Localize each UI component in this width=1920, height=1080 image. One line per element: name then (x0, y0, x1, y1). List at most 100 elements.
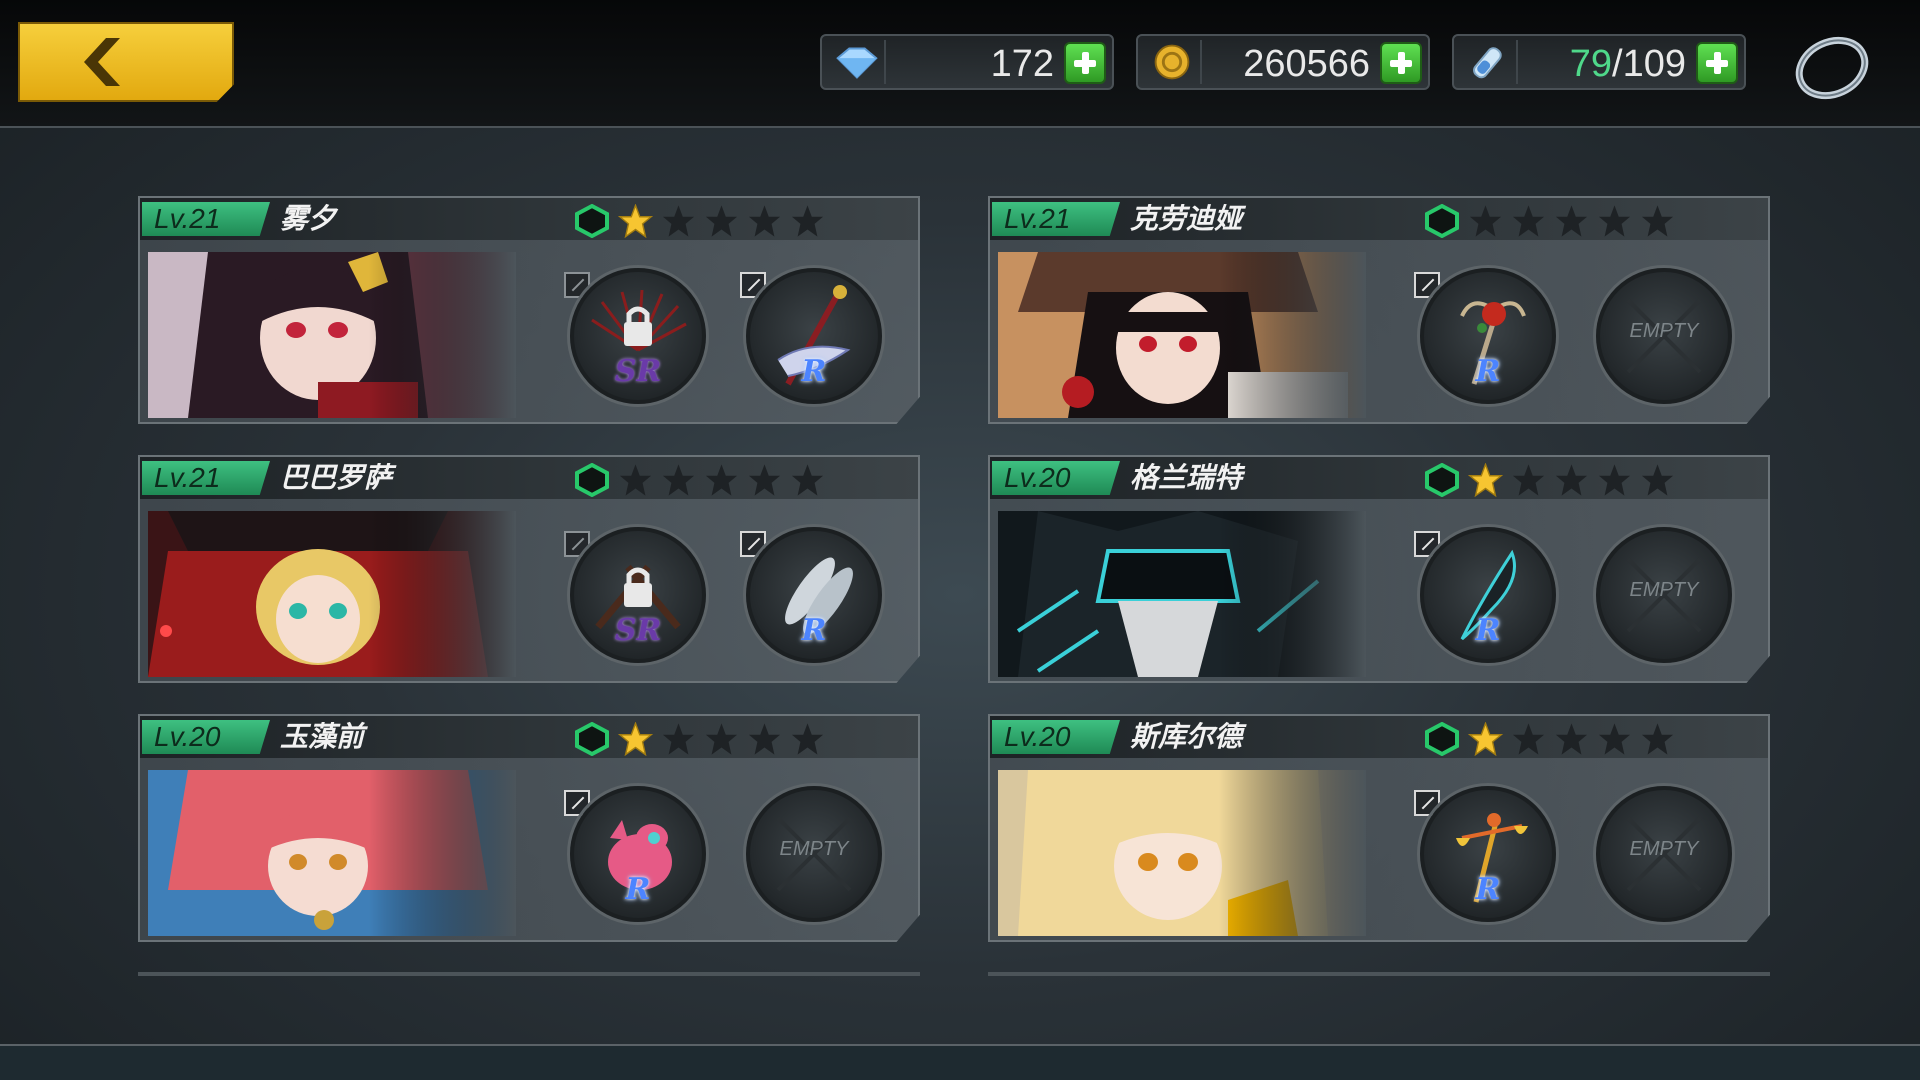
star-empty-icon (1512, 723, 1545, 755)
gold-coin-icon (1154, 40, 1202, 84)
hexagon-icon (575, 204, 609, 238)
equip-slot-2[interactable]: EMPTY (1596, 786, 1732, 922)
character-name: 克劳迪娅 (1130, 202, 1243, 235)
rarity-label: SR (614, 613, 662, 648)
star-rating (618, 204, 825, 238)
star-empty-icon (705, 464, 738, 496)
card-header: Lv.20 斯库尔德 (990, 716, 1768, 758)
star-empty-icon (1641, 723, 1674, 755)
hexagon-icon (575, 722, 609, 756)
top-bar: 172 260566 79/109 (0, 0, 1920, 128)
star-rating (618, 722, 825, 756)
character-portrait (148, 770, 516, 936)
equip-slot-1[interactable]: SR (570, 527, 706, 663)
add-gems-button[interactable] (1064, 42, 1106, 84)
star-empty-icon (1512, 205, 1545, 237)
character-card[interactable]: Lv.20 格兰瑞特 R EMPTY (988, 455, 1770, 683)
character-name: 雾夕 (280, 202, 337, 235)
star-empty-icon (1598, 723, 1631, 755)
hexagon-icon (1425, 204, 1459, 238)
empty-slot-label: EMPTY (1629, 320, 1699, 342)
star-empty-icon (705, 205, 738, 237)
card-header: Lv.20 格兰瑞特 (990, 457, 1768, 499)
star-empty-icon (791, 464, 824, 496)
level-badge: Lv.21 (142, 461, 270, 495)
equip-slot-2[interactable]: R (746, 268, 882, 404)
star-filled-icon (1468, 722, 1503, 756)
star-empty-icon (748, 723, 781, 755)
character-name: 玉藻前 (280, 720, 365, 753)
star-empty-icon (791, 205, 824, 237)
equip-slot-2[interactable]: EMPTY (1596, 527, 1732, 663)
bottom-bar (0, 1046, 1920, 1080)
star-empty-icon (791, 723, 824, 755)
rarity-label: R (801, 354, 827, 389)
star-empty-icon (1555, 464, 1588, 496)
hexagon-icon (1425, 722, 1459, 756)
card-header: Lv.21 巴巴罗萨 (140, 457, 918, 499)
star-empty-icon (705, 723, 738, 755)
character-card[interactable]: Lv.21 克劳迪娅 R EMPTY (988, 196, 1770, 424)
list-scroll-edge (988, 972, 1770, 976)
level-badge: Lv.20 (992, 720, 1120, 754)
gem-counter: 172 (820, 34, 1114, 90)
star-filled-icon (1468, 463, 1503, 497)
empty-slot-label: EMPTY (779, 838, 849, 860)
star-empty-icon (662, 723, 695, 755)
level-badge: Lv.20 (142, 720, 270, 754)
character-name: 斯库尔德 (1130, 720, 1243, 753)
character-card[interactable]: Lv.21 雾夕 SR R (138, 196, 920, 424)
settings-ring-icon[interactable] (1790, 28, 1874, 104)
add-gold-button[interactable] (1380, 42, 1422, 84)
rarity-label: R (1475, 613, 1501, 648)
add-stamina-button[interactable] (1696, 42, 1738, 84)
character-card[interactable]: Lv.20 斯库尔德 R EMPTY (988, 714, 1770, 942)
rarity-label: SR (614, 354, 662, 389)
star-empty-icon (662, 464, 695, 496)
equip-slot-2[interactable]: EMPTY (746, 786, 882, 922)
equip-slot-1[interactable]: R (1420, 786, 1556, 922)
character-portrait (148, 252, 516, 418)
hexagon-icon (575, 463, 609, 497)
character-name: 格兰瑞特 (1130, 461, 1243, 494)
level-badge: Lv.21 (992, 202, 1120, 236)
rarity-label: R (1475, 354, 1501, 389)
star-empty-icon (748, 205, 781, 237)
gem-icon (836, 40, 886, 84)
star-rating (618, 463, 825, 497)
star-rating (1468, 204, 1675, 238)
card-header: Lv.20 玉藻前 (140, 716, 918, 758)
empty-slot-label: EMPTY (1629, 838, 1699, 860)
character-card[interactable]: Lv.21 巴巴罗萨 SR R (138, 455, 920, 683)
gold-count: 260566 (1243, 43, 1370, 85)
star-filled-icon (618, 204, 653, 238)
rarity-label: R (801, 613, 827, 648)
chevron-left-icon (84, 38, 120, 86)
equip-slot-2[interactable]: EMPTY (1596, 268, 1732, 404)
star-empty-icon (619, 464, 652, 496)
star-empty-icon (1512, 464, 1545, 496)
star-empty-icon (1641, 464, 1674, 496)
back-button[interactable] (18, 22, 234, 102)
level-badge: Lv.20 (992, 461, 1120, 495)
gem-count: 172 (990, 43, 1054, 85)
rarity-label: R (625, 872, 651, 907)
equip-slot-1[interactable]: SR (570, 268, 706, 404)
star-empty-icon (1555, 723, 1588, 755)
hexagon-icon (1425, 463, 1459, 497)
empty-slot-label: EMPTY (1629, 579, 1699, 601)
equip-slot-1[interactable]: R (1420, 268, 1556, 404)
equip-slot-2[interactable]: R (746, 527, 882, 663)
stamina-vial-icon (1473, 40, 1518, 84)
star-empty-icon (1641, 205, 1674, 237)
equip-slot-1[interactable]: R (1420, 527, 1556, 663)
star-empty-icon (748, 464, 781, 496)
card-header: Lv.21 克劳迪娅 (990, 198, 1768, 240)
star-rating (1468, 463, 1675, 497)
character-card[interactable]: Lv.20 玉藻前 R EMPTY (138, 714, 920, 942)
equip-slot-1[interactable]: R (570, 786, 706, 922)
stamina-count: 79/109 (1569, 43, 1686, 85)
star-empty-icon (1598, 205, 1631, 237)
star-empty-icon (1555, 205, 1588, 237)
star-filled-icon (618, 722, 653, 756)
